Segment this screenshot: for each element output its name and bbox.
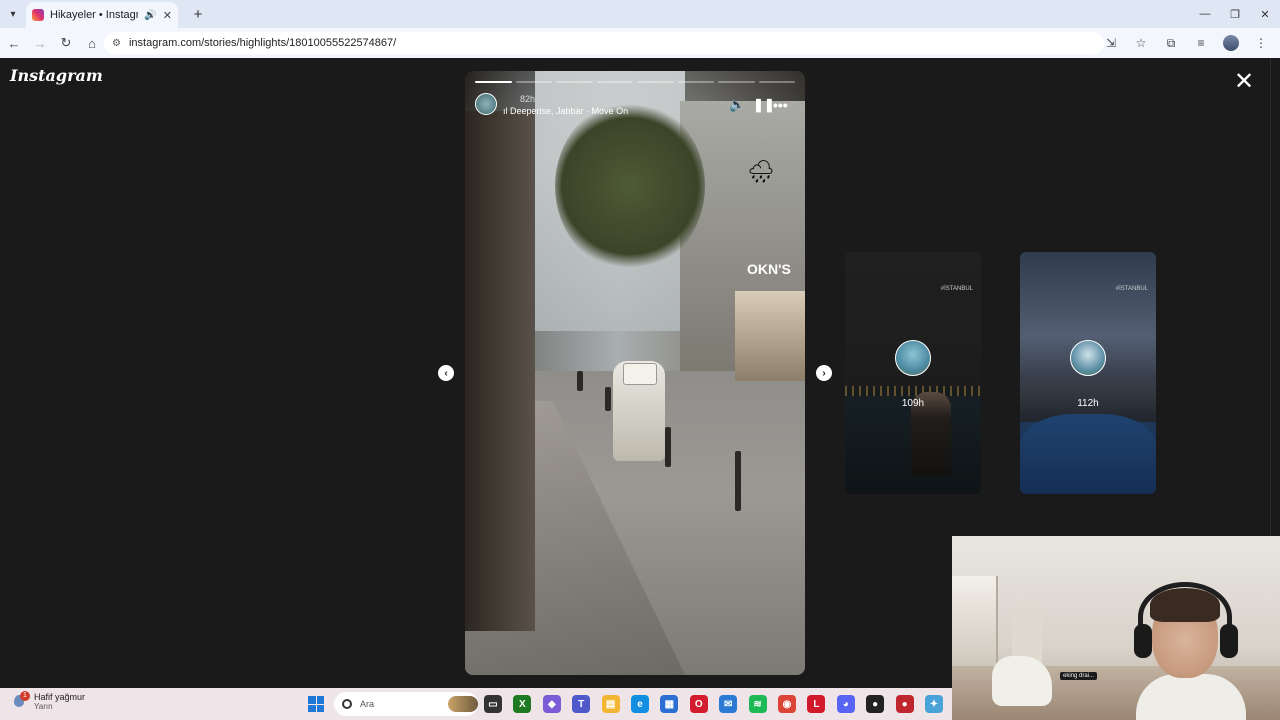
- media-controls-icon[interactable]: ≡: [1188, 31, 1214, 55]
- app-l-icon[interactable]: L: [807, 695, 826, 713]
- progress-segment: [677, 81, 714, 83]
- forward-button[interactable]: →: [28, 31, 52, 55]
- mail-icon[interactable]: ✉: [719, 695, 738, 713]
- story-timestamp: 82h: [520, 94, 536, 104]
- progress-segment: [758, 81, 795, 83]
- tab-audio-icon[interactable]: 🔊: [144, 10, 156, 21]
- instagram-favicon-icon: [32, 9, 44, 21]
- xbox-icon[interactable]: X: [513, 695, 532, 713]
- next-story-button[interactable]: ›: [816, 365, 832, 381]
- instagram-logo[interactable]: Instagram: [10, 66, 103, 85]
- progress-segment: [475, 81, 512, 83]
- bookmark-star-icon[interactable]: ☆: [1128, 31, 1154, 55]
- chrome-icon[interactable]: ◉: [778, 695, 796, 713]
- story-media[interactable]: OKN'S 🌧 82h ıl Deeperise, Jabbar · Move …: [465, 71, 805, 675]
- new-tab-button[interactable]: +: [186, 6, 210, 23]
- preview-label: 112h: [1077, 398, 1099, 409]
- preview-tag: #İSTANBUL: [940, 286, 973, 292]
- preview-tag: #İSTANBUL: [1115, 286, 1148, 292]
- extensions-icon[interactable]: ⧉: [1158, 31, 1184, 55]
- progress-segment: [637, 81, 674, 83]
- back-button[interactable]: ←: [2, 31, 26, 55]
- windows-taskbar: 1 Hafif yağmur Yarın Ara ▭ X ◆ T ▤ e ▦ O ✉ ≋ ◉ L ◕ ● ●…: [0, 688, 952, 720]
- next-story-preview[interactable]: #İSTANBUL 112h: [1020, 252, 1156, 494]
- tab-close-icon[interactable]: ✕: [163, 9, 172, 22]
- discord-icon[interactable]: ◕: [836, 695, 855, 713]
- active-tab[interactable]: Hikayeler • Instagram 🔊 ✕: [26, 2, 178, 28]
- address-bar[interactable]: ⚙ instagram.com/stories/highlights/18010…: [104, 32, 1104, 54]
- task-view-icon[interactable]: ▭: [484, 695, 502, 713]
- spotify-icon[interactable]: ≋: [748, 695, 767, 713]
- story-weather-sticker-icon: 🌧: [747, 159, 775, 184]
- story-avatar[interactable]: [475, 93, 497, 115]
- file-explorer-icon[interactable]: ▤: [601, 695, 620, 713]
- install-app-icon[interactable]: ⇲: [1098, 31, 1124, 55]
- browser-toolbar: ← → ↻ ⌂ ⚙ instagram.com/stories/highligh…: [0, 28, 1280, 58]
- weather-subtitle: Yarın: [34, 702, 53, 711]
- notification-badge: 1: [20, 690, 30, 701]
- toolbar-actions: ⇲ ☆ ⧉ ≡ ⋮: [1098, 31, 1274, 55]
- minimize-button[interactable]: —: [1190, 0, 1220, 28]
- tab-title: Hikayeler • Instagram: [50, 9, 139, 21]
- search-placeholder: Ara: [360, 699, 375, 709]
- app-extra-icon[interactable]: ✦: [925, 695, 943, 713]
- webcam-overlay: eking drai...: [952, 536, 1280, 720]
- rain-icon: 1: [14, 690, 30, 709]
- home-button[interactable]: ⌂: [80, 31, 104, 55]
- pause-icon[interactable]: ❚❚: [753, 97, 775, 113]
- progress-segment: [556, 81, 593, 83]
- start-button-icon[interactable]: [308, 696, 324, 712]
- headset-icon: [1138, 582, 1232, 652]
- restore-button[interactable]: ❐: [1220, 0, 1250, 28]
- close-window-button[interactable]: ✕: [1250, 0, 1280, 28]
- story-progress-bar: [475, 81, 795, 83]
- preview-avatar: [895, 340, 931, 376]
- window-controls: — ❐ ✕: [1190, 0, 1280, 28]
- story-audio-label[interactable]: ıl Deeperise, Jabbar · Move On: [503, 106, 628, 116]
- tab-search-button[interactable]: ▾: [0, 0, 26, 28]
- close-story-icon[interactable]: ✕: [1234, 70, 1254, 94]
- progress-segment: [718, 81, 755, 83]
- weather-title: Hafif yağmur: [34, 692, 86, 702]
- story-shop-sign: OKN'S: [747, 261, 791, 277]
- more-options-icon[interactable]: •••: [773, 97, 788, 113]
- url-text: instagram.com/stories/highlights/1801005…: [128, 37, 397, 49]
- audio-wave-icon: ıl: [503, 106, 511, 116]
- site-info-icon[interactable]: ⚙: [112, 38, 121, 49]
- weather-widget[interactable]: 1 Hafif yağmur Yarın: [14, 690, 86, 711]
- progress-segment: [596, 81, 633, 83]
- progress-segment: [515, 81, 552, 83]
- next-story-preview[interactable]: #İSTANBUL 109h: [845, 252, 981, 494]
- copilot-icon[interactable]: ◆: [542, 695, 561, 713]
- previous-story-button[interactable]: ‹: [438, 365, 454, 381]
- search-highlight-image: [448, 696, 478, 712]
- preview-avatar: [1070, 340, 1106, 376]
- tab-strip: ▾ Hikayeler • Instagram 🔊 ✕ + — ❐ ✕: [0, 0, 1280, 28]
- menu-kebab-icon[interactable]: ⋮: [1248, 31, 1274, 55]
- profile-avatar[interactable]: [1218, 31, 1244, 55]
- volume-icon[interactable]: 🔈: [729, 97, 745, 113]
- edge-icon[interactable]: e: [631, 695, 649, 713]
- mic-label: eking drai...: [1060, 672, 1098, 680]
- teams-icon[interactable]: T: [572, 695, 591, 713]
- store-icon[interactable]: ▦: [660, 695, 679, 713]
- taskbar-search[interactable]: Ara: [334, 692, 478, 716]
- reload-button[interactable]: ↻: [54, 31, 78, 55]
- preview-label: 109h: [901, 398, 925, 409]
- opera-icon[interactable]: O: [689, 695, 708, 713]
- search-icon: [342, 699, 352, 709]
- streamer: [1130, 582, 1250, 720]
- app-red-icon[interactable]: ●: [895, 695, 914, 713]
- app-pin-icon[interactable]: ●: [866, 695, 885, 713]
